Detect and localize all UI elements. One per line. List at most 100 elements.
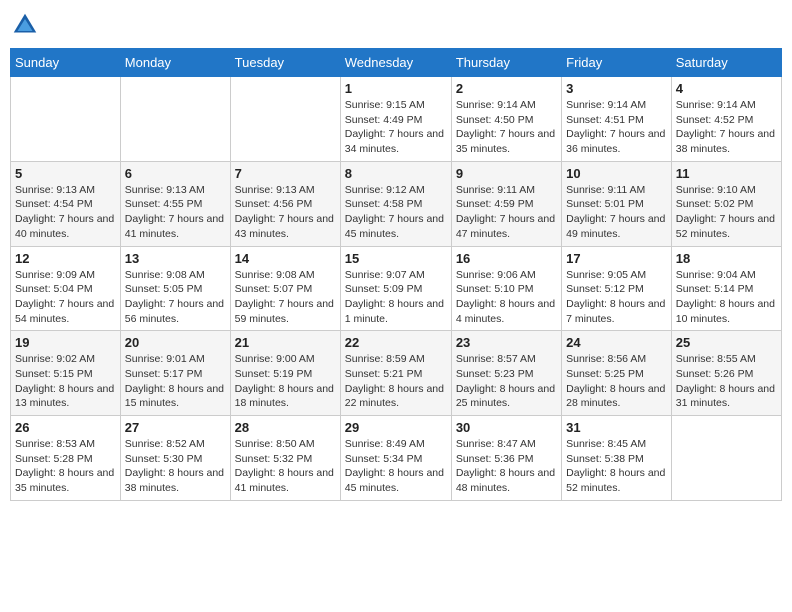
- day-number: 3: [566, 81, 667, 96]
- calendar-cell: [230, 77, 340, 162]
- day-detail: Sunrise: 9:14 AMSunset: 4:51 PMDaylight:…: [566, 98, 667, 157]
- day-number: 30: [456, 420, 557, 435]
- calendar-cell: 14 Sunrise: 9:08 AMSunset: 5:07 PMDayligh…: [230, 246, 340, 331]
- calendar-cell: 21 Sunrise: 9:00 AMSunset: 5:19 PMDayligh…: [230, 331, 340, 416]
- calendar-cell: 8Sunrise: 9:12 AMSunset: 4:58 PMDaylight…: [340, 161, 451, 246]
- day-number: 20: [125, 335, 226, 350]
- day-number: 10: [566, 166, 667, 181]
- day-number: 19: [15, 335, 116, 350]
- day-detail: Sunrise: 8:52 AMSunset: 5:30 PMDaylight:…: [125, 437, 226, 496]
- calendar-cell: 2Sunrise: 9:14 AMSunset: 4:50 PMDaylight…: [451, 77, 561, 162]
- day-number: 2: [456, 81, 557, 96]
- day-detail: Sunrise: 9:04 AMSunset: 5:14 PMDaylight:…: [676, 268, 777, 327]
- day-number: 23: [456, 335, 557, 350]
- day-number: 14: [235, 251, 336, 266]
- calendar-cell: 23 Sunrise: 8:57 AMSunset: 5:23 PMDayligh…: [451, 331, 561, 416]
- calendar-week-row: 5 Sunrise: 9:13 AMSunset: 4:54 PMDaylight…: [11, 161, 782, 246]
- calendar-week-row: 1 Sunrise: 9:15 AMSunset: 4:49 PMDaylight…: [11, 77, 782, 162]
- day-number: 21: [235, 335, 336, 350]
- calendar-cell: 25 Sunrise: 8:55 AMSunset: 5:26 PMDayligh…: [671, 331, 781, 416]
- calendar-week-row: 26Sunrise: 8:53 AMSunset: 5:28 PMDayligh…: [11, 416, 782, 501]
- weekday-header-thursday: Thursday: [451, 49, 561, 77]
- day-detail: Sunrise: 9:13 AMSunset: 4:54 PMDaylight:…: [15, 183, 116, 242]
- calendar-cell: 4 Sunrise: 9:14 AMSunset: 4:52 PMDaylight…: [671, 77, 781, 162]
- calendar-cell: 28 Sunrise: 8:50 AMSunset: 5:32 PMDayligh…: [230, 416, 340, 501]
- calendar-cell: 13 Sunrise: 9:08 AMSunset: 5:05 PMDayligh…: [120, 246, 230, 331]
- day-detail: Sunrise: 8:45 AMSunset: 5:38 PMDaylight:…: [566, 437, 667, 496]
- day-number: 29: [345, 420, 447, 435]
- day-number: 26: [15, 420, 116, 435]
- calendar-cell: 30 Sunrise: 8:47 AMSunset: 5:36 PMDayligh…: [451, 416, 561, 501]
- day-number: 9: [456, 166, 557, 181]
- day-detail: Sunrise: 9:13 AMSunset: 4:55 PMDaylight:…: [125, 183, 226, 242]
- calendar-cell: 29 Sunrise: 8:49 AMSunset: 5:34 PMDayligh…: [340, 416, 451, 501]
- day-detail: Sunrise: 8:50 AMSunset: 5:32 PMDaylight:…: [235, 437, 336, 496]
- day-number: 27: [125, 420, 226, 435]
- day-number: 4: [676, 81, 777, 96]
- day-detail: Sunrise: 9:07 AMSunset: 5:09 PMDaylight:…: [345, 268, 447, 327]
- calendar-cell: 24 Sunrise: 8:56 AMSunset: 5:25 PMDayligh…: [562, 331, 672, 416]
- day-number: 11: [676, 166, 777, 181]
- calendar-cell: [11, 77, 121, 162]
- weekday-header-wednesday: Wednesday: [340, 49, 451, 77]
- day-detail: Sunrise: 9:14 AMSunset: 4:52 PMDaylight:…: [676, 98, 777, 157]
- day-detail: Sunrise: 9:12 AMSunset: 4:58 PMDaylight:…: [345, 183, 447, 242]
- calendar-week-row: 19 Sunrise: 9:02 AMSunset: 5:15 PMDayligh…: [11, 331, 782, 416]
- weekday-header-row: SundayMondayTuesdayWednesdayThursdayFrid…: [11, 49, 782, 77]
- day-number: 7: [235, 166, 336, 181]
- day-detail: Sunrise: 9:13 AMSunset: 4:56 PMDaylight:…: [235, 183, 336, 242]
- calendar-week-row: 12Sunrise: 9:09 AMSunset: 5:04 PMDayligh…: [11, 246, 782, 331]
- day-detail: Sunrise: 9:11 AMSunset: 5:01 PMDaylight:…: [566, 183, 667, 242]
- day-detail: Sunrise: 8:55 AMSunset: 5:26 PMDaylight:…: [676, 352, 777, 411]
- calendar-cell: 16Sunrise: 9:06 AMSunset: 5:10 PMDayligh…: [451, 246, 561, 331]
- day-detail: Sunrise: 8:49 AMSunset: 5:34 PMDaylight:…: [345, 437, 447, 496]
- day-detail: Sunrise: 9:08 AMSunset: 5:05 PMDaylight:…: [125, 268, 226, 327]
- page-header: [10, 10, 782, 40]
- day-detail: Sunrise: 8:59 AMSunset: 5:21 PMDaylight:…: [345, 352, 447, 411]
- calendar-cell: 5 Sunrise: 9:13 AMSunset: 4:54 PMDaylight…: [11, 161, 121, 246]
- calendar-cell: 31 Sunrise: 8:45 AMSunset: 5:38 PMDayligh…: [562, 416, 672, 501]
- weekday-header-monday: Monday: [120, 49, 230, 77]
- day-detail: Sunrise: 8:47 AMSunset: 5:36 PMDaylight:…: [456, 437, 557, 496]
- day-detail: Sunrise: 9:05 AMSunset: 5:12 PMDaylight:…: [566, 268, 667, 327]
- calendar-cell: 18 Sunrise: 9:04 AMSunset: 5:14 PMDayligh…: [671, 246, 781, 331]
- day-number: 1: [345, 81, 447, 96]
- day-detail: Sunrise: 9:11 AMSunset: 4:59 PMDaylight:…: [456, 183, 557, 242]
- day-number: 6: [125, 166, 226, 181]
- logo: [10, 10, 44, 40]
- day-number: 17: [566, 251, 667, 266]
- calendar-cell: 10 Sunrise: 9:11 AMSunset: 5:01 PMDayligh…: [562, 161, 672, 246]
- calendar-cell: 17 Sunrise: 9:05 AMSunset: 5:12 PMDayligh…: [562, 246, 672, 331]
- calendar-cell: 7 Sunrise: 9:13 AMSunset: 4:56 PMDaylight…: [230, 161, 340, 246]
- day-detail: Sunrise: 9:10 AMSunset: 5:02 PMDaylight:…: [676, 183, 777, 242]
- calendar-cell: 27 Sunrise: 8:52 AMSunset: 5:30 PMDayligh…: [120, 416, 230, 501]
- calendar-cell: 9 Sunrise: 9:11 AMSunset: 4:59 PMDaylight…: [451, 161, 561, 246]
- day-detail: Sunrise: 9:02 AMSunset: 5:15 PMDaylight:…: [15, 352, 116, 411]
- day-number: 28: [235, 420, 336, 435]
- day-detail: Sunrise: 8:57 AMSunset: 5:23 PMDaylight:…: [456, 352, 557, 411]
- day-detail: Sunrise: 9:00 AMSunset: 5:19 PMDaylight:…: [235, 352, 336, 411]
- day-number: 25: [676, 335, 777, 350]
- calendar-cell: [671, 416, 781, 501]
- day-number: 12: [15, 251, 116, 266]
- day-number: 24: [566, 335, 667, 350]
- calendar-cell: 20Sunrise: 9:01 AMSunset: 5:17 PMDayligh…: [120, 331, 230, 416]
- day-detail: Sunrise: 9:08 AMSunset: 5:07 PMDaylight:…: [235, 268, 336, 327]
- day-detail: Sunrise: 8:56 AMSunset: 5:25 PMDaylight:…: [566, 352, 667, 411]
- logo-icon: [10, 10, 40, 40]
- day-detail: Sunrise: 9:15 AMSunset: 4:49 PMDaylight:…: [345, 98, 447, 157]
- calendar-cell: [120, 77, 230, 162]
- calendar-cell: 26Sunrise: 8:53 AMSunset: 5:28 PMDayligh…: [11, 416, 121, 501]
- weekday-header-sunday: Sunday: [11, 49, 121, 77]
- day-detail: Sunrise: 9:06 AMSunset: 5:10 PMDaylight:…: [456, 268, 557, 327]
- day-number: 15: [345, 251, 447, 266]
- day-number: 18: [676, 251, 777, 266]
- day-number: 5: [15, 166, 116, 181]
- calendar-cell: 12Sunrise: 9:09 AMSunset: 5:04 PMDayligh…: [11, 246, 121, 331]
- calendar-body: 1 Sunrise: 9:15 AMSunset: 4:49 PMDaylight…: [11, 77, 782, 501]
- day-number: 13: [125, 251, 226, 266]
- weekday-header-friday: Friday: [562, 49, 672, 77]
- calendar-cell: 15 Sunrise: 9:07 AMSunset: 5:09 PMDayligh…: [340, 246, 451, 331]
- day-number: 31: [566, 420, 667, 435]
- weekday-header-tuesday: Tuesday: [230, 49, 340, 77]
